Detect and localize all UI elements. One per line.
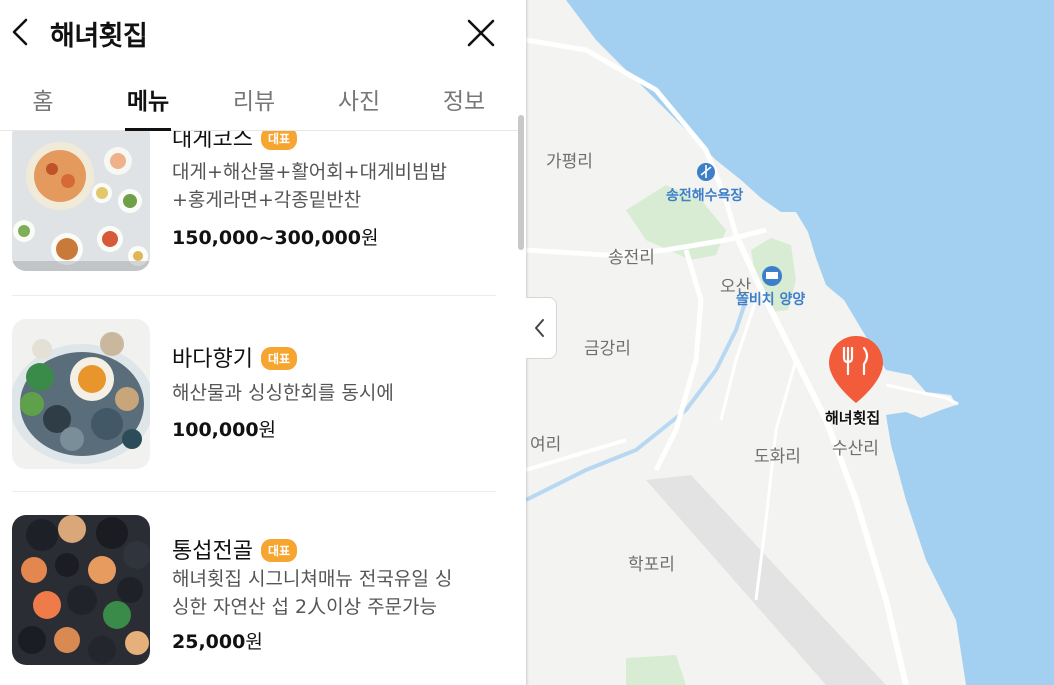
menu-item-description: 대게+해산물+활어회+대게비빔밥 +홍게라면+각종밑반찬 [172,158,502,214]
map-view[interactable]: 가평리 송전해수욕장 송전리 오산 쏠비치 양양 금강리 여리 도화리 수산리 … [526,0,1054,685]
menu-photo-sea-scent[interactable] [12,319,150,469]
description-line: 대게+해산물+활어회+대게비빔밥 [172,161,448,183]
menu-list: 대게코스 대표 대게+해산물+활어회+대게비빔밥 +홍게라면+각종밑반찬 150,0… [0,131,518,685]
signature-badge: 대표 [260,131,298,150]
close-button[interactable] [466,18,496,48]
chevron-left-icon [12,18,28,46]
menu-item-description: 해녀횟집 시그니쳐매뉴 전국유일 싱싱한 자연산 섭 2人이상 주문가능 [172,565,502,621]
description-line: 해녀횟집 시그니쳐매뉴 전국유일 싱 [172,568,453,590]
map-label-songjeon-beach[interactable]: 송전해수욕장 [666,185,743,205]
close-icon [467,19,495,47]
menu-name-text: 바다향기 [172,347,253,372]
menu-item-description: 해산물과 싱싱한회를 동시에 [172,379,502,407]
menu-item-price: 25,000원 [172,627,263,654]
menu-item-name: 바다향기 대표 [172,341,298,373]
menu-name-text: 통섭전골 [172,539,253,564]
restaurant-pin-label[interactable]: 해녀횟집 [825,407,880,428]
collapse-panel-button[interactable] [526,297,557,359]
tab-reviews[interactable]: 리뷰 [214,82,294,116]
menu-item[interactable]: 통섭전골 대표 해녀횟집 시그니쳐매뉴 전국유일 싱싱한 자연산 섭 2人이상 주… [12,491,496,685]
tab-bar: 홈 메뉴 리뷰 사진 정보 [0,64,518,131]
price-value: 25,000 [172,631,246,653]
menu-item-price: 100,000원 [172,415,276,442]
description-line: +홍게라면+각종밑반찬 [172,189,362,211]
tab-home[interactable]: 홈 [3,82,83,116]
description-line: 싱한 자연산 섭 2人이상 주문가능 [172,596,438,618]
menu-item-price: 150,000~300,000원 [172,223,378,250]
map-label-hakpo: 학포리 [628,555,675,575]
description-line: 해산물과 싱싱한회를 동시에 [172,382,394,404]
map-label-geumgang: 금강리 [584,339,631,359]
place-title: 해녀횟집 [50,21,148,52]
tab-info[interactable]: 정보 [424,82,504,116]
price-unit: 원 [258,419,277,441]
map-label-songjeon: 송전리 [608,248,655,268]
panel-header: 해녀횟집 [0,0,510,64]
menu-name-text: 대게코스 [172,131,253,152]
panel-scrollbar[interactable] [518,115,524,250]
menu-item-name: 대게코스 대표 [172,131,298,153]
price-value: 100,000 [172,419,259,441]
map-label-solbeach[interactable]: 쏠비치 양양 [736,289,805,309]
map-label-dohwa: 도화리 [754,447,801,467]
tab-photos[interactable]: 사진 [319,82,399,116]
tab-menu[interactable]: 메뉴 [108,82,188,116]
price-unit: 원 [361,227,379,249]
menu-photo-mussel-stew[interactable] [12,515,150,665]
place-panel: 해녀횟집 홈 메뉴 리뷰 사진 정보 대게코스 대표 대게+해산물+활어회+대게… [0,0,526,685]
chevron-left-icon [535,319,544,337]
menu-item[interactable]: 바다향기 대표 해산물과 싱싱한회를 동시에 100,000원 [12,295,496,492]
map-label-gapyeong: 가평리 [546,152,593,172]
map-label-yeori: 여리 [530,435,562,455]
map-label-susan: 수산리 [832,439,879,459]
menu-photo-crab-course[interactable] [12,131,150,271]
price-unit: 원 [245,631,263,653]
menu-item[interactable]: 대게코스 대표 대게+해산물+활어회+대게비빔밥 +홍게라면+각종밑반찬 150,0… [12,131,496,296]
signature-badge: 대표 [260,539,298,562]
back-button[interactable] [8,16,36,48]
price-value: 150,000~300,000 [172,227,361,249]
menu-item-name: 통섭전골 대표 [172,533,298,565]
signature-badge: 대표 [260,347,298,370]
